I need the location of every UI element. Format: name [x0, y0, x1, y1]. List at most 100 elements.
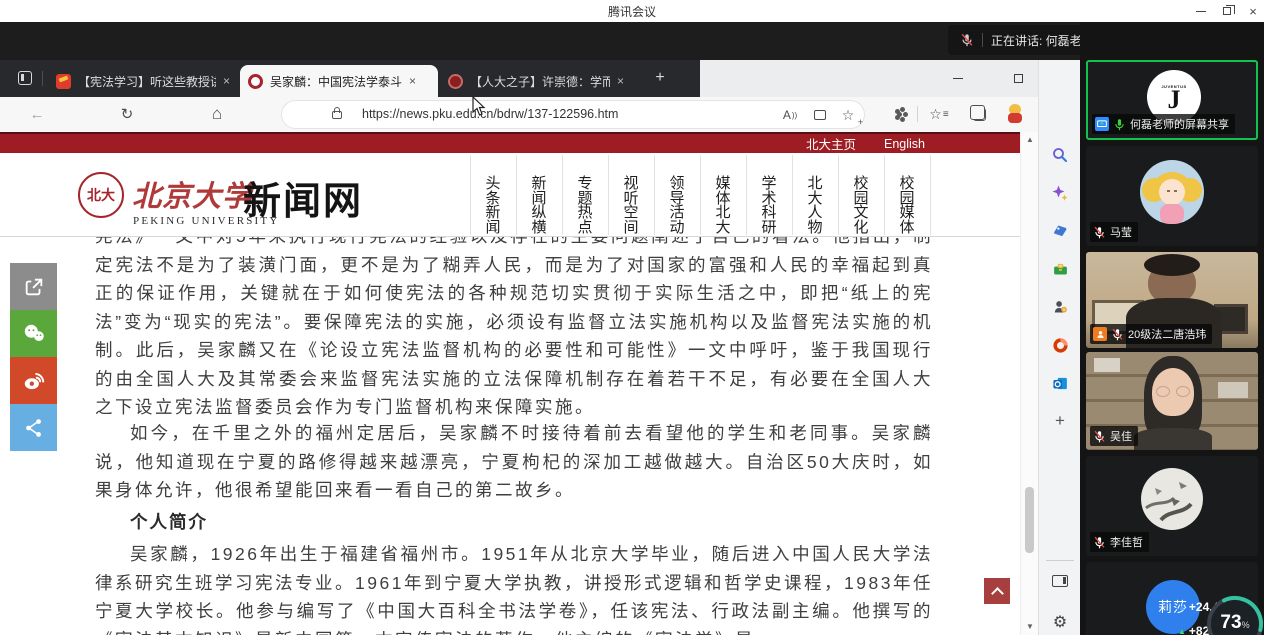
birds-photo-avatar [1141, 468, 1203, 530]
restore-icon[interactable] [1218, 3, 1236, 19]
browser-tab-2-active[interactable]: 吴家麟：中国宪法学泰斗 × [240, 65, 438, 97]
close-icon[interactable]: × [1244, 3, 1262, 19]
shelf-books [1094, 358, 1120, 372]
share-export-button[interactable] [10, 263, 57, 310]
participant-tile-sharer[interactable]: JUVENTUS J 何磊老师的屏幕共享 [1086, 60, 1258, 140]
lock-icon [332, 111, 342, 119]
participant-tile[interactable]: 20级法二唐浩玮 [1086, 252, 1258, 348]
muted-mic-icon [1093, 226, 1106, 239]
page-scrollbar[interactable]: ▲ ▼ [1020, 132, 1038, 635]
browser-tab-3[interactable]: 【人大之子】许崇德：学而为宪 × [440, 65, 638, 97]
browser-maximize-icon[interactable] [1008, 68, 1028, 88]
url-text[interactable]: https://news.pku.edu.cn/bdrw/137-122596.… [362, 107, 618, 121]
battery-value: 73 [1220, 612, 1241, 633]
nav-item-news[interactable]: 新闻纵横 [516, 177, 562, 235]
browser-toolbar: ← ↻ ⌂ https://news.pku.edu.cn/bdrw/137-1… [0, 97, 1080, 132]
participant-label: 李佳哲 [1090, 532, 1149, 552]
muted-mic-icon [1093, 430, 1106, 443]
sidebar-divider [1046, 560, 1074, 561]
chevron-up-icon [991, 587, 1004, 600]
edge-sidebar: + ⚙ [1038, 60, 1080, 635]
pku-home-link[interactable]: 北大主页 [806, 134, 856, 153]
weibo-share-button[interactable] [10, 357, 57, 404]
nav-item-headlines[interactable]: 头条新闻 [470, 177, 516, 235]
open-sidebar-icon[interactable] [1049, 570, 1071, 592]
participant-label: 何磊老师的屏幕共享 [1092, 114, 1235, 134]
sidebar-copilot-icon[interactable] [1049, 182, 1071, 204]
nav-label: 学术科研 [761, 177, 777, 235]
browser-tab-1[interactable]: 【宪法学习】听这些教授讲宪法 × [48, 65, 238, 97]
browser-essentials-icon[interactable] [888, 103, 910, 125]
tab1-title: 【宪法学习】听这些教授讲宪法 [78, 73, 216, 90]
participant-label: 马莹 [1090, 222, 1138, 242]
tab2-close-icon[interactable]: × [409, 74, 416, 88]
tab1-close-icon[interactable]: × [223, 74, 230, 88]
participant-tile[interactable]: 李佳哲 [1086, 456, 1258, 556]
participant-name: 吴佳 [1110, 428, 1132, 444]
pku-seal-text: 北大 [87, 185, 115, 205]
scroll-down-icon[interactable]: ▼ [1021, 622, 1039, 631]
tab1-favicon [56, 74, 71, 89]
nav-item-people[interactable]: 北大人物 [792, 177, 838, 235]
sidebar-office-icon[interactable] [1049, 334, 1071, 356]
browser-minimize-icon[interactable] [948, 68, 968, 88]
back-icon[interactable]: ← [26, 103, 48, 125]
address-bar[interactable]: https://news.pku.edu.cn/bdrw/137-122596.… [282, 101, 864, 128]
participant-name: 20级法二唐浩玮 [1128, 326, 1206, 342]
nav-label: 校园文化 [853, 177, 869, 235]
glasses-right [1176, 386, 1190, 397]
read-aloud-icon[interactable]: A)) [780, 105, 800, 125]
pku-english-link[interactable]: English [884, 137, 925, 151]
site-title: 新闻网 [243, 170, 363, 225]
browser-tabstrip: 【宪法学习】听这些教授讲宪法 × 吴家麟：中国宪法学泰斗 × 【人大之子】许崇德… [0, 60, 1080, 97]
juventus-initial: J [1168, 89, 1181, 111]
nav-item-av[interactable]: 视听空间 [608, 177, 654, 235]
sidebar-settings-gear-icon[interactable]: ⚙ [1049, 610, 1071, 632]
nav-item-culture[interactable]: 校园文化 [838, 177, 884, 235]
sidebar-shopping-icon[interactable] [1049, 220, 1071, 242]
pooh-extension-icon[interactable] [1004, 103, 1026, 125]
wechat-share-button[interactable] [10, 310, 57, 357]
participant-tile[interactable]: 吴佳 [1086, 352, 1258, 450]
toast-divider [982, 33, 983, 47]
participant-tile[interactable]: 马莹 [1086, 146, 1258, 246]
meeting-window-controls: × [1192, 3, 1262, 19]
refresh-icon[interactable]: ↻ [116, 103, 138, 125]
participant-label: 20级法二唐浩玮 [1090, 324, 1212, 344]
favorites-bar-icon[interactable]: ☆≡ [928, 103, 950, 125]
sidebar-add-icon[interactable]: + [1049, 410, 1071, 432]
collections-icon[interactable] [968, 103, 990, 125]
scrollbar-thumb[interactable] [1025, 487, 1034, 553]
participant-name: 何磊老师的屏幕共享 [1130, 116, 1229, 132]
new-tab-button[interactable]: + [650, 68, 670, 88]
anime-avatar [1140, 160, 1204, 224]
sidebar-games-icon[interactable] [1049, 296, 1071, 318]
sidebar-outlook-icon[interactable] [1049, 372, 1071, 394]
sidebar-search-icon[interactable] [1049, 144, 1071, 166]
muted-mic-icon [1093, 536, 1106, 549]
nav-item-media[interactable]: 媒体北大 [700, 177, 746, 235]
tencent-meeting-window: 腾讯会议 × 正在讲话: 何磊老师; 【宪法学习】听这些教授讲宪法 × [0, 0, 1264, 635]
home-icon[interactable]: ⌂ [206, 103, 228, 125]
add-favorite-icon[interactable]: ☆+ [838, 105, 858, 125]
minimize-icon[interactable] [1192, 3, 1210, 19]
favorites-star-glyph: ☆ [929, 106, 942, 123]
tab-layout-icon[interactable] [18, 71, 32, 85]
nav-item-leaders[interactable]: 领导活动 [654, 177, 700, 235]
nav-label: 新闻纵横 [531, 177, 547, 235]
muted-mic-icon [960, 33, 974, 47]
tab3-close-icon[interactable]: × [617, 74, 624, 88]
nav-item-campus-media[interactable]: 校园媒体 [884, 177, 930, 235]
scroll-up-icon[interactable]: ▲ [1021, 135, 1039, 144]
back-to-top-button[interactable] [984, 578, 1010, 604]
nav-item-topics[interactable]: 专题热点 [562, 177, 608, 235]
more-share-button[interactable] [10, 404, 57, 451]
share-export-icon [23, 276, 45, 298]
participant-label: 吴佳 [1090, 426, 1138, 446]
pku-header: 北大 北京大学 PEKING UNIVERSITY 新闻网 头条新闻 新闻纵横 … [0, 153, 1020, 237]
nav-item-academic[interactable]: 学术科研 [746, 177, 792, 235]
hair [1144, 254, 1200, 276]
share-rail [10, 263, 57, 451]
sidebar-toolbox-icon[interactable] [1049, 258, 1071, 280]
immersive-reader-icon[interactable] [810, 105, 830, 125]
